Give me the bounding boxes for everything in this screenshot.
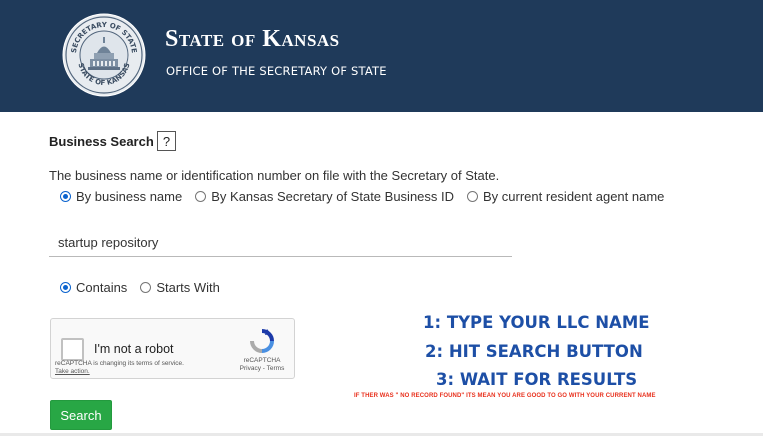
- recaptcha-brand-name: reCAPTCHA: [243, 357, 281, 364]
- recaptcha-label: I'm not a robot: [94, 342, 174, 356]
- recaptcha-privacy-terms-link[interactable]: Privacy - Terms: [231, 365, 293, 373]
- radio-unchecked-icon[interactable]: [467, 191, 479, 202]
- help-button[interactable]: ?: [157, 131, 176, 151]
- radio-by-resident-agent[interactable]: By current resident agent name: [467, 189, 664, 204]
- search-type-group: By business name By Kansas Secretary of …: [60, 189, 677, 204]
- radio-by-business-id[interactable]: By Kansas Secretary of State Business ID: [195, 189, 454, 204]
- radio-starts-with[interactable]: Starts With: [140, 280, 220, 295]
- recaptcha-take-action-link[interactable]: Take action.: [55, 368, 184, 376]
- radio-contains[interactable]: Contains: [60, 280, 127, 295]
- radio-checked-icon[interactable]: [60, 282, 71, 293]
- radio-label: Starts With: [156, 280, 220, 295]
- radio-label: By Kansas Secretary of State Business ID: [211, 189, 455, 204]
- radio-unchecked-icon[interactable]: [195, 191, 207, 202]
- site-subtitle: OFFICE OF THE SECRETARY OF STATE: [166, 64, 387, 78]
- site-header: SECRETARY OF STATE STATE OF KANSAS State…: [0, 0, 763, 112]
- instruction-step-1: 1: TYPE YOUR LLC NAME: [423, 313, 650, 332]
- recaptcha-checkbox[interactable]: [61, 338, 84, 361]
- recaptcha-widget: I'm not a robot reCAPTCHA is changing it…: [50, 318, 295, 379]
- search-button[interactable]: Search: [50, 400, 112, 430]
- site-title: State of Kansas: [165, 26, 340, 52]
- search-description: The business name or identification numb…: [49, 168, 500, 183]
- radio-by-business-name[interactable]: By business name: [60, 189, 182, 204]
- recaptcha-brand: reCAPTCHA Privacy - Terms: [231, 357, 293, 373]
- radio-label: By business name: [76, 189, 183, 204]
- recaptcha-notice-text: reCAPTCHA is changing its terms of servi…: [55, 360, 184, 367]
- radio-label: Contains: [76, 280, 128, 295]
- recaptcha-notice: reCAPTCHA is changing its terms of servi…: [55, 360, 184, 376]
- radio-label: By current resident agent name: [483, 189, 665, 204]
- radio-unchecked-icon[interactable]: [140, 282, 152, 293]
- instruction-note: IF THER WAS " NO RECORD FOUND" ITS MEAN …: [354, 393, 656, 399]
- business-search-input[interactable]: [49, 229, 512, 257]
- instruction-step-3: 3: WAIT FOR RESULTS: [436, 370, 638, 389]
- kansas-seal-icon: SECRETARY OF STATE STATE OF KANSAS: [62, 13, 146, 97]
- match-type-group: Contains Starts With: [60, 280, 233, 295]
- business-search-label: Business Search: [49, 134, 154, 149]
- instruction-step-2: 2: HIT SEARCH BUTTON: [425, 342, 643, 361]
- radio-checked-icon[interactable]: [60, 191, 71, 202]
- recaptcha-logo-icon: [250, 329, 274, 353]
